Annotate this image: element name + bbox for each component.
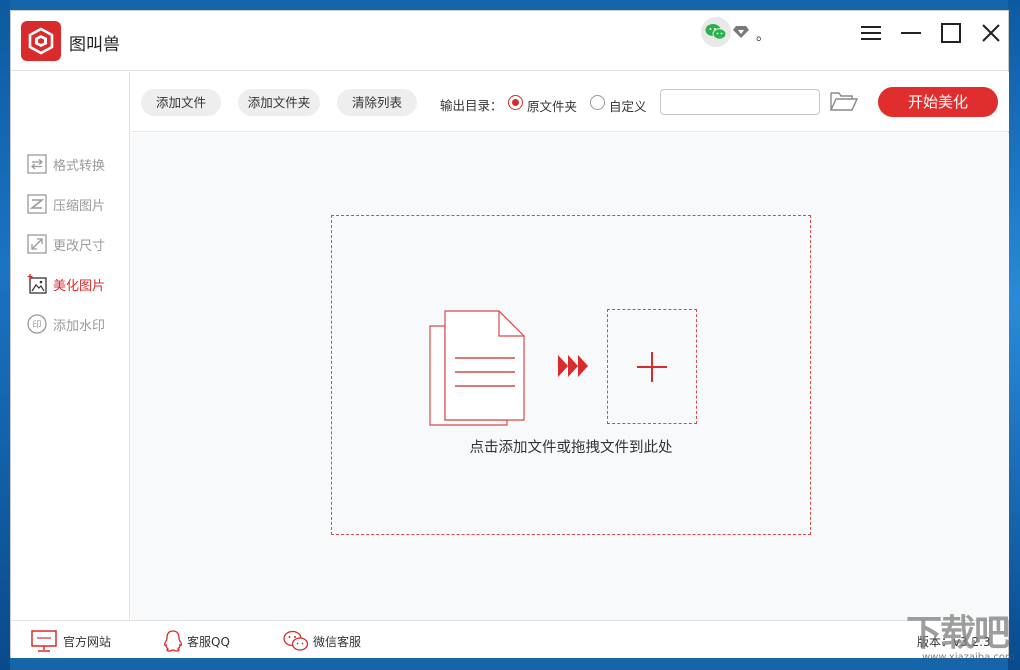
forward-arrows-icon (557, 354, 591, 382)
minimize-icon (901, 32, 921, 34)
minimize-button[interactable] (897, 19, 925, 47)
svg-text:印: 印 (32, 319, 41, 331)
menu-button[interactable] (857, 19, 885, 47)
custom-folder-radio[interactable] (590, 95, 605, 110)
add-file-button[interactable]: 添加文件 (141, 89, 221, 116)
documents-icon (427, 308, 527, 432)
sidebar-item-resize[interactable]: 更改尺寸 (27, 233, 127, 255)
close-button[interactable] (977, 19, 1005, 47)
format-convert-icon (27, 154, 47, 174)
browse-folder-icon[interactable] (830, 90, 859, 116)
desktop-background-left (0, 0, 10, 670)
add-folder-button[interactable]: 添加文件夹 (238, 89, 320, 116)
app-title: 图叫兽 (69, 35, 120, 55)
hamburger-menu-icon (861, 26, 881, 40)
footer: 官方网站 客服QQ 微信客服 版本：v3.2.3 (11, 620, 1008, 658)
close-icon (982, 24, 1000, 42)
wechat-icon (283, 630, 309, 651)
resize-icon (27, 234, 47, 254)
watermark-url: www.xiazaiba.com (922, 652, 1015, 663)
sidebar-item-watermark[interactable]: 印 添加水印 (27, 313, 127, 335)
official-site-link[interactable]: 官方网站 (31, 630, 131, 652)
sidebar-item-beautify[interactable]: 美化图片 (27, 273, 127, 295)
official-site-label: 官方网站 (63, 635, 112, 649)
monitor-icon (31, 630, 57, 652)
qq-support-label: 客服QQ (187, 635, 230, 649)
site-watermark: 下载吧 www.xiazaiba.com (902, 602, 1018, 666)
watermark-icon: 印 (27, 314, 47, 334)
qq-support-link[interactable]: 客服QQ (163, 630, 253, 652)
wechat-login-icon[interactable] (701, 17, 731, 47)
output-directory-label: 输出目录： (440, 98, 503, 113)
output-path-input[interactable] (660, 89, 820, 115)
drop-hint-text: 点击添加文件或拖拽文件到此处 (469, 440, 673, 456)
wechat-support-link[interactable]: 微信客服 (283, 630, 383, 652)
wechat-support-label: 微信客服 (313, 635, 362, 649)
custom-folder-label[interactable]: 自定义 (609, 96, 647, 115)
sidebar-item-label: 美化图片 (53, 279, 106, 294)
original-folder-label[interactable]: 原文件夹 (527, 96, 577, 115)
qq-icon (163, 630, 183, 652)
plus-icon (637, 352, 667, 382)
sidebar-item-label: 添加水印 (53, 319, 106, 334)
clear-list-button[interactable]: 清除列表 (337, 89, 417, 116)
sidebar: 格式转换 压缩图片 更改尺寸 美化图片 印 添加水印 (11, 72, 130, 620)
title-bar[interactable]: 图叫兽 。 (11, 11, 1008, 71)
sidebar-item-compress[interactable]: 压缩图片 (27, 193, 127, 215)
vip-diamond-icon[interactable] (733, 24, 749, 43)
user-name: 。 (756, 28, 770, 44)
maximize-button[interactable] (937, 19, 965, 47)
compress-icon (27, 194, 47, 214)
start-beautify-button[interactable]: 开始美化 (878, 87, 998, 117)
maximize-icon (941, 23, 961, 43)
sidebar-item-format-convert[interactable]: 格式转换 (27, 153, 127, 175)
add-image-box[interactable] (607, 309, 697, 424)
original-folder-radio[interactable] (508, 95, 523, 110)
desktop-background-right (1008, 0, 1020, 670)
toolbar: 添加文件 添加文件夹 清除列表 输出目录： 原文件夹 自定义 开始美化 (131, 72, 1009, 132)
app-logo-icon (21, 21, 61, 61)
app-window: 图叫兽 。 格式转换 压缩图片 更改尺寸 美化图片 印 添加水印 添加文件 添加… (10, 10, 1009, 658)
sidebar-item-label: 压缩图片 (53, 199, 106, 214)
sidebar-item-label: 格式转换 (53, 159, 106, 174)
drop-zone[interactable]: 点击添加文件或拖拽文件到此处 (331, 215, 811, 535)
beautify-icon (27, 274, 47, 294)
watermark-text: 下载吧 (906, 613, 1010, 654)
file-list-area: 点击添加文件或拖拽文件到此处 (131, 133, 1009, 620)
sidebar-item-label: 更改尺寸 (53, 239, 106, 254)
